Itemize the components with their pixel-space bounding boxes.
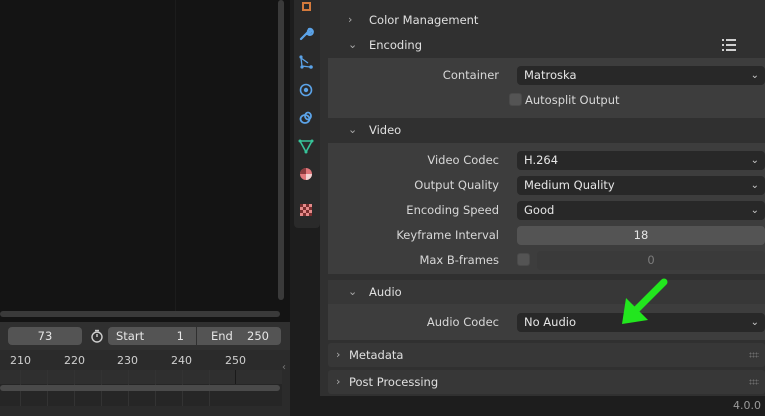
timeline-header: 73 Start 1 End 250: [0, 322, 290, 350]
wrench-icon[interactable]: [296, 24, 316, 44]
properties-panel[interactable]: › Color Management ⌄ Encoding Container …: [320, 0, 765, 396]
viewport-horizontal-scrollbar[interactable]: [0, 311, 280, 317]
encoding-header[interactable]: ⌄ Encoding: [328, 32, 765, 58]
viewport[interactable]: [0, 0, 290, 322]
video-body: Video Codec H.264 ⌄ Output Quality Mediu…: [328, 143, 765, 274]
summary-track: [0, 370, 282, 384]
section-title: Color Management: [369, 13, 479, 27]
chevron-down-icon: ⌄: [750, 205, 759, 216]
output-icon[interactable]: [296, 0, 316, 16]
end-frame-label: End: [211, 329, 233, 343]
container-value: Matroska: [524, 68, 577, 82]
physics-icon[interactable]: [296, 80, 316, 100]
keyframe-interval-field[interactable]: 18: [517, 226, 765, 245]
video-codec-value: H.264: [524, 153, 559, 167]
encoding-speed-dropdown[interactable]: Good ⌄: [517, 201, 765, 220]
autosplit-checkbox[interactable]: [509, 93, 522, 106]
chevron-left-icon[interactable]: ‹: [282, 362, 290, 376]
particles-icon[interactable]: [296, 52, 316, 72]
chevron-down-icon: ⌄: [750, 70, 759, 81]
end-frame-marker: [235, 370, 236, 384]
section-title: Encoding: [369, 38, 422, 52]
chevron-right-icon: ›: [348, 13, 353, 26]
max-bframes-field[interactable]: 0: [537, 251, 765, 270]
color-management-header[interactable]: › Color Management: [328, 7, 765, 33]
section-title: Video: [369, 123, 402, 137]
end-frame-value: 250: [247, 329, 269, 343]
audio-codec-value: No Audio: [524, 315, 576, 329]
chevron-down-icon: ⌄: [750, 155, 759, 166]
start-frame-label: Start: [116, 329, 145, 343]
current-frame-field[interactable]: 73: [8, 327, 82, 345]
container-label: Container: [442, 68, 499, 82]
ruler-tick: 250: [225, 354, 246, 367]
drag-grip-icon[interactable]: [749, 352, 759, 358]
constraints-icon[interactable]: [296, 108, 316, 128]
ruler-tick: 210: [10, 354, 31, 367]
chevron-down-icon: ⌄: [348, 285, 358, 298]
encoding-speed-value: Good: [524, 203, 555, 217]
viewport-vertical-scrollbar[interactable]: [278, 0, 284, 300]
ruler-tick: 220: [64, 354, 85, 367]
ruler-tick: 230: [117, 354, 138, 367]
chevron-down-icon: ⌄: [348, 123, 358, 136]
audio-header[interactable]: ⌄ Audio: [328, 280, 765, 304]
timeline-editor: 73 Start 1 End 250 210 220 230 240 250 ‹: [0, 322, 290, 416]
properties-tab-bar: [290, 0, 320, 416]
stopwatch-icon[interactable]: [87, 327, 107, 345]
timeline-ruler[interactable]: 210 220 230 240 250: [0, 352, 290, 368]
max-bframes-checkbox[interactable]: [517, 253, 530, 266]
viewport-divider: [175, 0, 176, 312]
encoding-body: Container Matroska ⌄ Autosplit Output: [328, 58, 765, 118]
chevron-right-icon: ›: [336, 375, 341, 388]
chevron-down-icon: ⌄: [348, 38, 358, 51]
video-codec-label: Video Codec: [427, 153, 499, 167]
output-quality-label: Output Quality: [414, 178, 499, 192]
chevron-down-icon: ⌄: [750, 317, 759, 328]
chevron-down-icon: ⌄: [750, 180, 759, 191]
encoding-speed-label: Encoding Speed: [406, 203, 499, 217]
ruler-tick: 240: [171, 354, 192, 367]
start-frame-field[interactable]: Start 1: [108, 327, 196, 345]
object-data-icon[interactable]: [296, 136, 316, 156]
audio-codec-dropdown[interactable]: No Audio ⌄: [517, 313, 765, 332]
texture-icon[interactable]: [296, 200, 316, 220]
metadata-header[interactable]: › Metadata: [328, 343, 765, 367]
section-title: Metadata: [349, 348, 404, 362]
output-quality-dropdown[interactable]: Medium Quality ⌄: [517, 176, 765, 195]
material-icon[interactable]: [296, 164, 316, 184]
max-bframes-label: Max B-frames: [419, 253, 499, 267]
keyframe-interval-label: Keyframe Interval: [396, 228, 499, 242]
container-dropdown[interactable]: Matroska ⌄: [517, 66, 765, 85]
drag-grip-icon[interactable]: [749, 379, 759, 385]
section-title: Post Processing: [349, 375, 439, 389]
post-processing-header[interactable]: › Post Processing: [328, 370, 765, 394]
start-frame-value: 1: [176, 329, 184, 343]
audio-body: Audio Codec No Audio ⌄: [328, 304, 765, 340]
end-frame-field[interactable]: End 250: [197, 327, 281, 345]
status-bar: 4.0.0: [290, 396, 765, 416]
section-title: Audio: [369, 285, 402, 299]
presets-list-icon[interactable]: [721, 38, 737, 52]
version-label: 4.0.0: [733, 399, 761, 412]
video-codec-dropdown[interactable]: H.264 ⌄: [517, 151, 765, 170]
video-header[interactable]: ⌄ Video: [328, 118, 765, 142]
chevron-right-icon: ›: [336, 348, 341, 361]
autosplit-label[interactable]: Autosplit Output: [525, 93, 620, 107]
output-quality-value: Medium Quality: [524, 178, 615, 192]
audio-codec-label: Audio Codec: [426, 315, 499, 329]
timeline-horizontal-scrollbar[interactable]: [0, 385, 280, 391]
